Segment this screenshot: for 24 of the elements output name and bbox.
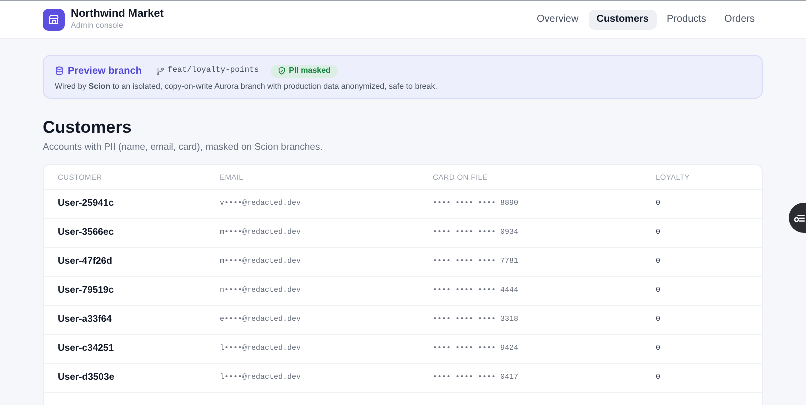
database-icon xyxy=(55,66,64,76)
page-subtitle: Accounts with PII (name, email, card), masked on Scion branches. xyxy=(43,141,324,155)
nav-tab[interactable]: Overview xyxy=(529,10,587,30)
customer-name: User-a33f64 xyxy=(58,313,113,328)
page-title: Customers xyxy=(43,117,133,139)
customer-name: User-47f26d xyxy=(58,255,114,270)
customer-name: User-25941c xyxy=(58,197,115,212)
customer-name: User-d3503e xyxy=(58,371,116,386)
brand-name: Northwind Market xyxy=(71,9,164,20)
customer-name: User-79519c xyxy=(58,284,115,298)
git-branch-icon xyxy=(156,66,165,76)
store-logo-icon xyxy=(43,8,65,30)
customer-name: User-3566ec xyxy=(58,226,115,240)
nav-tab[interactable]: Orders xyxy=(716,10,763,30)
banner-description: Wired by Scion to an isolated, copy-on-write Aurora branch with production data anonymized, safe to break. xyxy=(55,81,438,93)
toggle-icon xyxy=(794,214,805,222)
branch-name: feat/loyalty-points xyxy=(168,65,260,77)
nav-tab[interactable]: Customers xyxy=(588,10,657,30)
banner-title: Preview branch xyxy=(68,64,142,78)
shield-check-icon xyxy=(278,67,286,75)
brand-subtitle: Admin console xyxy=(71,22,124,30)
nav-tab[interactable]: Products xyxy=(658,10,714,30)
pii-masked-badge: PII masked xyxy=(271,64,338,78)
customer-name: User-c34251 xyxy=(58,342,115,356)
